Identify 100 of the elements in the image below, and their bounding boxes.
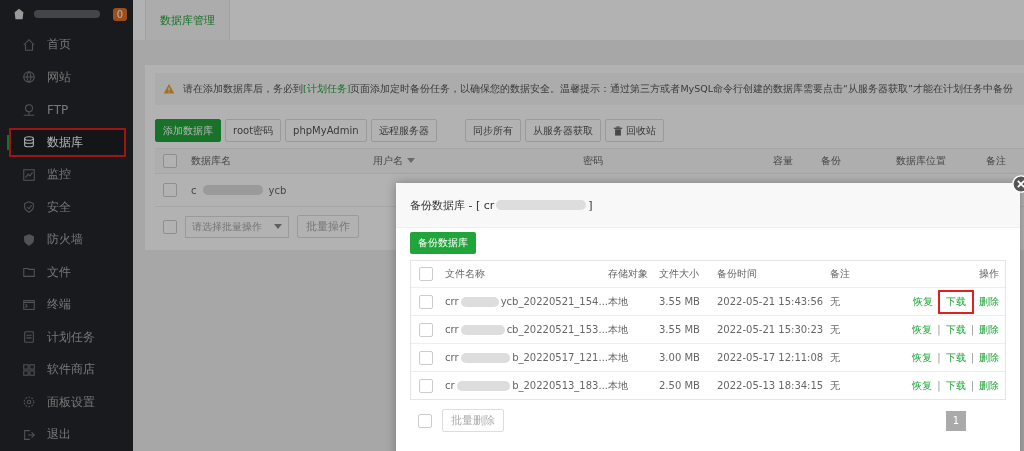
table-cell: crr ycb_20220521_154... <box>445 296 608 307</box>
column-header: 备注 <box>986 154 1006 168</box>
menu-icon <box>22 265 36 280</box>
checkbox[interactable] <box>419 350 433 365</box>
table-cell-text: 2022-05-13 18:34:15 <box>717 380 825 391</box>
separator: | <box>970 352 974 363</box>
separator: | <box>937 352 941 363</box>
column-header: 数据库位置 <box>896 154 947 168</box>
table-cell-text: 本地 <box>608 294 629 307</box>
toolbar-button[interactable]: 远程服务器 <box>370 119 437 142</box>
menu-icon <box>22 37 36 52</box>
action-link[interactable]: 删除 <box>979 294 999 309</box>
menu-icon <box>22 330 36 345</box>
table-cell-text: 2022-05-17 12:11:08 <box>717 352 825 363</box>
table-cell-text: 本地 <box>608 322 629 335</box>
menu-icon <box>22 395 36 410</box>
sidebar-item[interactable]: 数据库 <box>9 128 126 157</box>
table-cell-text: 本地 <box>608 350 629 363</box>
backup-button[interactable]: 备份数据库 <box>410 232 476 254</box>
sidebar-item[interactable]: 文件 <box>9 258 126 287</box>
toolbar-button[interactable]: 回收站 <box>604 119 664 142</box>
toolbar-button[interactable]: root密码 <box>225 119 282 142</box>
checkbox[interactable] <box>163 183 177 197</box>
column-header: 数据库名 <box>191 154 232 168</box>
table-cell-text: c ycb <box>191 183 288 198</box>
table-cell: cr b_20220513_183... <box>445 380 608 391</box>
separator: | <box>937 324 941 335</box>
action-link[interactable]: 恢复 <box>912 322 933 337</box>
action-link[interactable]: 下载 <box>945 350 966 365</box>
table-cell-text: 2.50 MB <box>659 380 701 391</box>
sidebar-item[interactable]: 计划任务 <box>9 323 126 352</box>
sidebar-item[interactable]: 面板设置 <box>9 388 126 417</box>
menu-icon <box>22 102 36 117</box>
table-cell-text: 3.55 MB <box>659 296 701 307</box>
table-cell-text: 3.00 MB <box>659 352 701 363</box>
sidebar-item[interactable]: FTP <box>9 95 126 125</box>
sidebar-item[interactable]: 防火墙 <box>9 225 126 255</box>
column-header: 文件大小 <box>659 267 700 281</box>
toolbar-button[interactable]: 同步所有 <box>464 119 521 142</box>
table-cell-text: 无 <box>830 322 841 337</box>
table-cell: crr cb_20220521_153... <box>445 324 608 335</box>
schedule-link[interactable]: [计划任务] <box>303 82 351 94</box>
sidebar-item[interactable]: 首页 <box>9 30 126 60</box>
checkbox[interactable] <box>419 267 433 281</box>
toolbar-button[interactable]: phpMyAdmin <box>285 119 367 142</box>
sidebar-item[interactable]: 安全 <box>9 193 126 222</box>
checkbox[interactable] <box>419 378 433 393</box>
column-header: 文件名称 <box>445 267 486 281</box>
menu-icon <box>22 232 36 247</box>
notification-badge[interactable]: 0 <box>112 7 127 21</box>
checkbox[interactable] <box>419 322 433 337</box>
logo-icon <box>12 7 26 22</box>
menu-icon <box>22 427 36 442</box>
action-link[interactable]: 删除 <box>979 350 999 365</box>
menu-icon <box>22 167 36 182</box>
checkbox[interactable] <box>163 154 177 168</box>
table-cell-text: 2022-05-21 15:43:56 <box>717 296 825 307</box>
sidebar-item[interactable]: 退出 <box>9 420 126 449</box>
checkbox[interactable] <box>419 294 433 309</box>
sort-icon[interactable] <box>407 158 415 164</box>
menu-icon <box>22 362 36 377</box>
action-link[interactable]: 下载 <box>938 289 974 314</box>
warning-icon <box>163 83 175 95</box>
toolbar-button[interactable]: 从服务器获取 <box>524 119 601 142</box>
separator: | <box>970 324 974 335</box>
column-header: 备份 <box>821 154 842 168</box>
checkbox[interactable] <box>163 219 177 234</box>
action-link[interactable]: 恢复 <box>912 378 933 393</box>
sidebar-item[interactable]: 监控 <box>9 160 126 190</box>
action-link[interactable]: 删除 <box>979 378 999 393</box>
batch-delete-button[interactable]: 批量删除 <box>442 409 504 432</box>
sidebar-item[interactable]: 终端 <box>9 290 126 320</box>
toolbar-button[interactable]: 添加数据库 <box>155 119 221 142</box>
separator: | <box>970 380 974 391</box>
column-header: 密码 <box>583 154 604 168</box>
action-link[interactable]: 下载 <box>945 378 966 393</box>
menu-icon <box>22 135 36 150</box>
column-header: 备份时间 <box>717 267 758 281</box>
page-button[interactable]: 1 <box>946 410 966 431</box>
action-link[interactable]: 恢复 <box>913 294 933 309</box>
sidebar-item[interactable]: 软件商店 <box>9 355 126 385</box>
trash-icon <box>612 125 623 136</box>
table-cell-text: 无 <box>830 378 841 393</box>
caret-icon <box>274 223 282 230</box>
column-header: 存储对象 <box>608 267 649 281</box>
table-cell-text: 无 <box>830 350 841 365</box>
sidebar-item[interactable]: 网站 <box>9 63 126 92</box>
column-header: 用户名 <box>373 154 583 168</box>
tab[interactable]: 数据库管理 <box>145 0 230 40</box>
checkbox[interactable] <box>418 413 432 428</box>
table-cell-text: 无 <box>830 294 841 309</box>
action-link[interactable]: 恢复 <box>912 350 933 365</box>
notice-text: 请在添加数据库后，务必到[计划任务]页面添加定时备份任务，以确保您的数据安全。温馨提示：通过第三方或者MySQL命令行创建的数据库需要点击“从服务器获取”才能在计划任务中备份 <box>183 82 1013 96</box>
table-cell-text: 本地 <box>608 378 629 391</box>
table-cell-text: 3.55 MB <box>659 324 701 335</box>
menu-icon <box>22 297 36 312</box>
menu-icon <box>22 70 36 85</box>
action-link[interactable]: 下载 <box>945 322 966 337</box>
column-header: 操作 <box>978 267 1000 281</box>
action-link[interactable]: 删除 <box>979 322 999 337</box>
